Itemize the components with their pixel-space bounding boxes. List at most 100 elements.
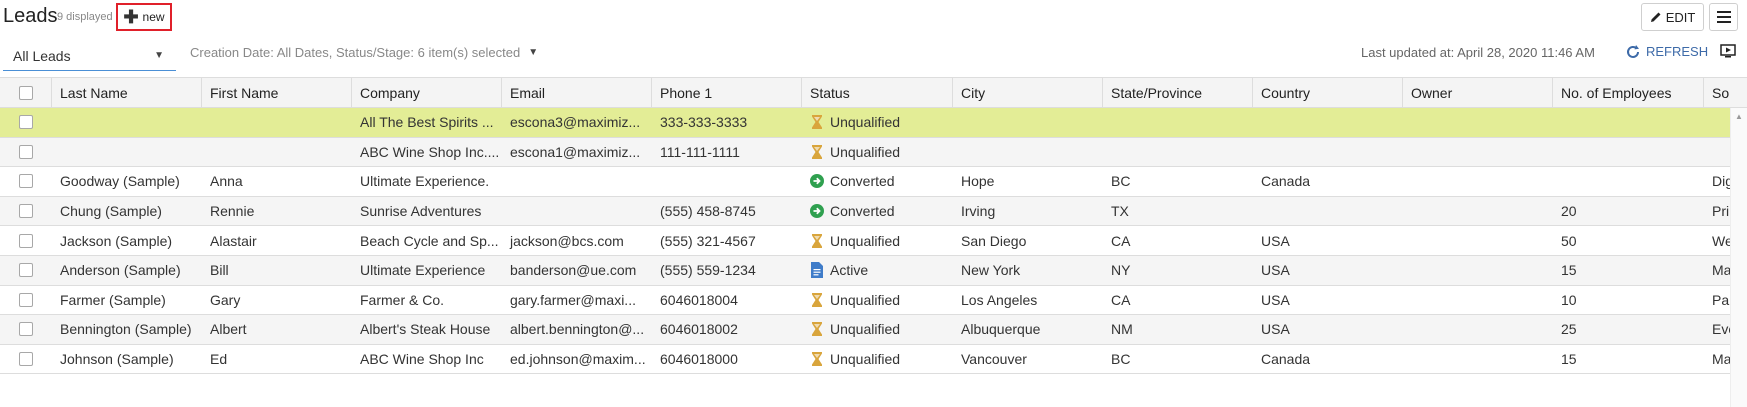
edit-button-label: EDIT — [1665, 9, 1696, 25]
filter-summary[interactable]: Creation Date: All Dates, Status/Stage: … — [190, 45, 538, 60]
grid-header-row: Last Name First Name Company Email Phone… — [0, 77, 1747, 108]
column-header[interactable]: No. of Employees — [1553, 78, 1704, 107]
column-header[interactable]: State/Province — [1103, 78, 1253, 107]
column-header[interactable]: Email — [502, 78, 652, 107]
vertical-scrollbar[interactable]: ▲ — [1730, 108, 1747, 407]
document-icon — [810, 262, 824, 279]
row-checkbox[interactable] — [19, 292, 33, 307]
table-row[interactable]: Bennington (Sample) Albert Albert's Steak … — [0, 315, 1747, 345]
cell-last — [52, 108, 202, 137]
pencil-icon — [1650, 12, 1661, 22]
status-text: Active — [830, 262, 869, 279]
row-checkbox[interactable] — [19, 115, 33, 130]
cell-email: gary.farmer@maxi... — [510, 291, 636, 308]
select-all-cell — [0, 78, 52, 107]
status-text: Unqualified — [830, 114, 901, 131]
cell-first: Rennie — [210, 203, 255, 220]
column-header[interactable]: City — [953, 78, 1103, 107]
row-select-cell — [0, 167, 52, 196]
cell-state: NY — [1111, 262, 1131, 279]
cell-owner — [1403, 286, 1553, 315]
row-select-cell — [0, 108, 52, 137]
cell-status: Unqualified — [802, 345, 953, 374]
column-header[interactable]: Phone 1 — [652, 78, 802, 107]
view-selector[interactable]: All Leads ▼ — [3, 41, 176, 71]
row-checkbox[interactable] — [19, 322, 33, 337]
cell-phone: 111-111-1111 — [660, 143, 740, 160]
cell-owner — [1403, 138, 1553, 167]
cell-company: Beach Cycle and Sp... — [360, 232, 499, 249]
cell-phone: 6046018002 — [660, 321, 738, 338]
cell-phone — [652, 167, 802, 196]
cell-city: Irving — [961, 203, 996, 220]
cell-last — [52, 138, 202, 167]
row-checkbox[interactable] — [19, 144, 33, 159]
table-row[interactable]: ABC Wine Shop Inc.... escona1@maximiz... 1… — [0, 137, 1747, 168]
cell-state: TX — [1111, 203, 1129, 220]
page-title: Leads — [3, 5, 58, 27]
cell-owner — [1403, 345, 1553, 374]
cell-owner — [1403, 108, 1553, 137]
plus-icon: ✚ — [123, 7, 139, 27]
edit-button[interactable]: EDIT — [1641, 3, 1704, 31]
cell-email: ed.johnson@maxim... — [510, 351, 646, 368]
row-checkbox[interactable] — [19, 233, 33, 248]
cell-country — [1253, 138, 1403, 167]
cell-company: Farmer & Co. — [360, 291, 445, 308]
row-checkbox[interactable] — [19, 174, 33, 189]
table-row[interactable]: Jackson (Sample) Alastair Beach Cycle and … — [0, 226, 1747, 256]
cell-employees — [1553, 138, 1704, 167]
cell-city: Hope — [961, 173, 995, 190]
table-row[interactable]: Chung (Sample) Rennie Sunrise Adventures (5… — [0, 196, 1747, 227]
column-header[interactable]: Status — [802, 78, 953, 107]
cell-employees: 50 — [1561, 232, 1577, 249]
column-header[interactable]: First Name — [202, 78, 352, 107]
new-button-label: new — [142, 10, 165, 24]
cell-status: Converted — [802, 197, 953, 226]
cell-employees — [1553, 108, 1704, 137]
cell-last: Farmer (Sample) — [60, 291, 166, 308]
cell-employees: 20 — [1561, 203, 1577, 220]
cell-company: Ultimate Experience. — [360, 173, 490, 190]
table-row[interactable]: Farmer (Sample) Gary Farmer & Co. gary.farm… — [0, 285, 1747, 316]
cell-owner — [1403, 197, 1553, 226]
cell-first: Gary — [210, 291, 241, 308]
last-updated-text: Last updated at: April 28, 2020 11:46 AM — [1361, 45, 1595, 60]
column-header[interactable]: Last Name — [52, 78, 202, 107]
table-row[interactable]: Anderson (Sample) Bill Ultimate Experience… — [0, 256, 1747, 286]
cell-state: NM — [1111, 321, 1133, 338]
hourglass-icon — [810, 292, 824, 308]
hamburger-icon — [1716, 11, 1731, 23]
cell-phone: (555) 559-1234 — [660, 262, 756, 279]
row-checkbox[interactable] — [19, 263, 33, 278]
cell-country: USA — [1261, 232, 1290, 249]
cell-city — [953, 108, 1103, 137]
cell-state — [1103, 108, 1253, 137]
new-lead-button[interactable]: ✚ new — [116, 3, 172, 31]
column-header[interactable]: So — [1704, 78, 1747, 107]
row-select-cell — [0, 315, 52, 344]
cell-country: USA — [1261, 291, 1290, 308]
cell-city: Albuquerque — [961, 321, 1041, 338]
row-select-cell — [0, 345, 52, 374]
refresh-button[interactable]: REFRESH — [1626, 44, 1708, 59]
cell-email: escona3@maximiz... — [510, 114, 641, 131]
cell-state: BC — [1111, 173, 1131, 190]
column-header[interactable]: Owner — [1403, 78, 1553, 107]
presentation-button[interactable] — [1720, 44, 1736, 61]
table-row[interactable]: Goodway (Sample) Anna Ultimate Experience.… — [0, 167, 1747, 197]
select-all-checkbox[interactable] — [18, 85, 33, 100]
cell-status: Unqualified — [802, 108, 953, 137]
column-header[interactable]: Company — [352, 78, 502, 107]
row-checkbox[interactable] — [19, 352, 33, 367]
column-header[interactable]: Country — [1253, 78, 1403, 107]
cell-country: Canada — [1261, 351, 1311, 368]
row-checkbox[interactable] — [19, 204, 33, 219]
more-menu-button[interactable] — [1709, 3, 1738, 31]
table-row[interactable]: Johnson (Sample) Ed ABC Wine Shop Inc ed.jo… — [0, 344, 1747, 375]
table-row[interactable]: All The Best Spirits ... escona3@maximiz.… — [0, 108, 1747, 138]
cell-country — [1253, 108, 1403, 137]
scroll-up-icon[interactable]: ▲ — [1735, 112, 1743, 121]
status-text: Unqualified — [830, 351, 901, 368]
row-select-cell — [0, 197, 52, 226]
